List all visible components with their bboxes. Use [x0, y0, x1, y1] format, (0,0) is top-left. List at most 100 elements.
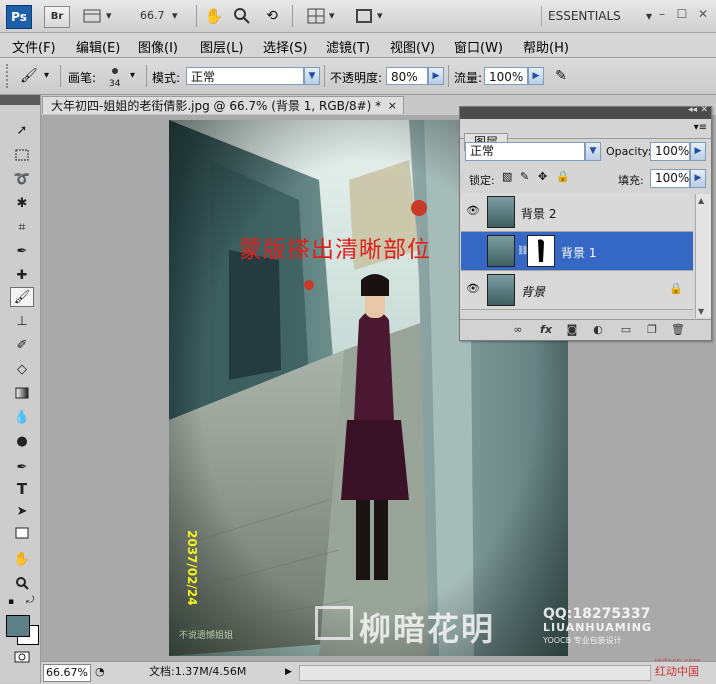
chevron-down-icon[interactable]: ▼ — [585, 142, 601, 161]
type-tool-icon[interactable]: T — [10, 479, 34, 499]
shape-tool-icon[interactable] — [10, 523, 34, 543]
lock-position-icon[interactable]: ✥ — [538, 170, 547, 183]
chevron-down-icon[interactable]: ▾ — [130, 70, 135, 81]
zoom-tool-icon[interactable] — [10, 573, 34, 593]
workspace-switcher[interactable]: ESSENTIALS ▾ — [541, 6, 652, 26]
hand-tool-icon[interactable]: ✋ — [10, 549, 34, 569]
brush-preview-icon[interactable] — [108, 64, 122, 78]
horizontal-scrollbar[interactable] — [299, 665, 651, 681]
blend-mode-select[interactable]: 正常 — [465, 142, 585, 161]
chevron-right-icon[interactable]: ▶ — [428, 67, 444, 85]
foreground-color-swatch[interactable] — [6, 615, 30, 637]
menu-filter[interactable]: 滤镜(T) — [326, 37, 370, 56]
screen-mode-icon[interactable] — [354, 6, 374, 26]
panel-menu-icon[interactable]: ▾≡ — [694, 122, 707, 133]
lock-all-icon[interactable]: 🔒 — [556, 170, 570, 183]
fill-input[interactable]: 100% — [650, 169, 690, 188]
history-brush-icon[interactable]: ✐ — [10, 335, 34, 355]
chevron-right-icon[interactable]: ▶ — [285, 664, 292, 680]
gradient-tool-icon[interactable] — [10, 383, 34, 403]
eraser-tool-icon[interactable]: ◇ — [10, 359, 34, 379]
link-icon[interactable]: ∞ — [510, 323, 526, 337]
adjustment-icon[interactable]: ◐ — [590, 323, 606, 337]
fill-label: 填充: — [618, 174, 644, 187]
tools-panel-header[interactable] — [0, 95, 40, 105]
zoom-icon[interactable] — [232, 6, 252, 26]
trash-icon[interactable]: 🗑 — [670, 323, 686, 337]
flow-input[interactable]: 100% — [484, 67, 528, 85]
blur-tool-icon[interactable]: 💧 — [10, 407, 34, 427]
dodge-tool-icon[interactable]: ● — [10, 431, 34, 451]
chevron-right-icon[interactable]: ▶ — [528, 67, 544, 85]
lock-transparent-icon[interactable]: ▧ — [502, 170, 512, 183]
mask-icon[interactable]: ◙ — [564, 323, 580, 337]
rotate-view-icon[interactable]: ⟲ — [262, 6, 282, 26]
hand-icon[interactable]: ✋ — [204, 6, 224, 26]
zoom-level[interactable]: 66.7 — [140, 6, 165, 26]
new-layer-icon[interactable]: ❐ — [644, 323, 660, 337]
group-icon[interactable]: ▭ — [618, 323, 634, 337]
marquee-tool-icon[interactable] — [10, 145, 34, 165]
opacity-input[interactable]: 80% — [386, 67, 428, 85]
lasso-tool-icon[interactable]: ➰ — [10, 169, 34, 189]
close-icon[interactable]: × — [388, 97, 397, 114]
bridge-button[interactable]: Br — [44, 6, 70, 28]
close-icon[interactable]: ✕ — [700, 105, 708, 115]
visibility-eye-icon[interactable]: 👁 — [466, 204, 480, 218]
zoom-field[interactable]: 66.67% — [43, 664, 91, 682]
magic-wand-icon[interactable]: ✱ — [10, 193, 34, 213]
chevron-down-icon[interactable]: ▾ — [106, 6, 112, 26]
visibility-eye-icon[interactable] — [466, 243, 480, 257]
eyedropper-icon[interactable]: ✒ — [10, 241, 34, 261]
fx-icon[interactable]: fx — [538, 323, 554, 337]
layer-row-selected[interactable]: ⛓ 背景 1 — [461, 232, 693, 271]
chevron-right-icon[interactable]: ▶ — [690, 142, 706, 161]
arrange-documents-icon[interactable] — [306, 6, 326, 26]
chevron-up-icon[interactable]: ▲ — [698, 196, 704, 205]
clone-stamp-icon[interactable]: ⊥ — [10, 311, 34, 331]
chevron-down-icon[interactable]: ▾ — [329, 6, 335, 26]
layer-row[interactable]: 👁 背景 2 — [461, 193, 693, 232]
swap-colors-icon[interactable]: ⤾ — [26, 595, 34, 606]
move-tool-icon[interactable]: ➚ — [10, 120, 34, 140]
healing-brush-icon[interactable]: ✚ — [10, 265, 34, 285]
quick-mask-icon[interactable] — [10, 647, 34, 667]
menu-file[interactable]: 文件(F) — [12, 37, 56, 56]
chevron-down-icon[interactable]: ▼ — [304, 67, 320, 85]
view-extras-icon[interactable] — [82, 6, 102, 26]
panel-header[interactable]: ◂◂ ✕ — [460, 105, 711, 119]
maximize-icon[interactable]: ☐ — [675, 7, 689, 21]
collapse-icon[interactable]: ◂◂ — [688, 105, 697, 115]
chevron-right-icon[interactable]: ▶ — [690, 169, 706, 188]
document-tab[interactable]: 大年初四-姐姐的老街倩影.jpg @ 66.7% (背景 1, RGB/8#) … — [42, 96, 404, 114]
menu-layer[interactable]: 图层(L) — [200, 37, 243, 56]
lock-image-icon[interactable]: ✎ — [520, 170, 529, 183]
layer-row[interactable]: 👁 背景 🔒 — [461, 271, 693, 310]
menu-help[interactable]: 帮助(H) — [523, 37, 569, 56]
chevron-down-icon[interactable]: ▼ — [698, 307, 704, 316]
status-info-icon[interactable]: ◔ — [95, 664, 109, 680]
menu-image[interactable]: 图像(I) — [138, 37, 178, 56]
default-colors-icon[interactable]: ▪ — [8, 597, 14, 607]
chevron-down-icon[interactable]: ▾ — [44, 70, 49, 81]
menu-view[interactable]: 视图(V) — [390, 37, 435, 56]
menu-select[interactable]: 选择(S) — [263, 37, 307, 56]
chevron-down-icon[interactable]: ▾ — [377, 6, 383, 26]
path-selection-icon[interactable]: ➤ — [10, 501, 34, 521]
layer-opacity-input[interactable]: 100% — [650, 142, 690, 161]
mode-select[interactable]: 正常 — [186, 67, 304, 85]
menu-edit[interactable]: 编辑(E) — [76, 37, 120, 56]
menu-window[interactable]: 窗口(W) — [454, 37, 503, 56]
layer-mask-thumbnail[interactable] — [527, 235, 555, 267]
visibility-eye-icon[interactable]: 👁 — [466, 282, 480, 296]
pen-tool-icon[interactable]: ✒ — [10, 457, 34, 477]
grip-handle[interactable] — [6, 64, 12, 88]
crop-tool-icon[interactable]: ⌗ — [10, 217, 34, 237]
close-icon[interactable]: ✕ — [696, 7, 710, 21]
brush-tool-icon[interactable]: 🖌 — [20, 67, 40, 85]
vertical-scrollbar[interactable]: ▲ ▼ — [695, 194, 711, 318]
airbrush-icon[interactable]: ✎ — [550, 67, 572, 85]
chevron-down-icon[interactable]: ▾ — [172, 6, 178, 26]
brush-tool-icon[interactable]: 🖌 — [10, 287, 34, 307]
minimize-icon[interactable]: – — [655, 7, 669, 21]
